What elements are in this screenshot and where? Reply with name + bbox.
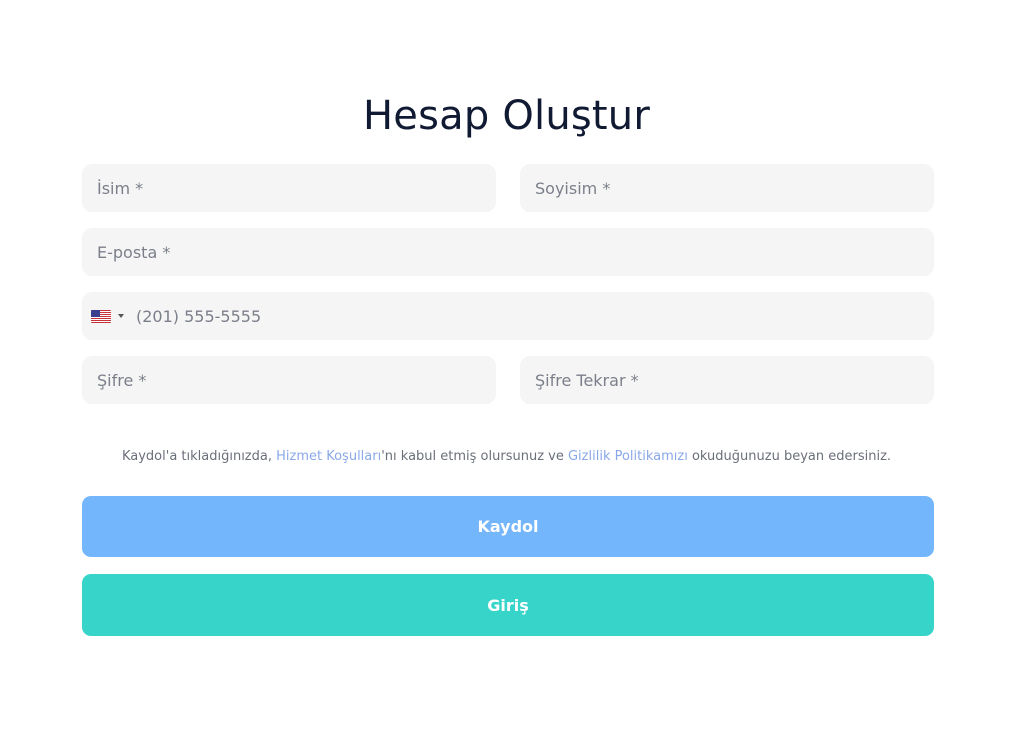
terms-middle: 'nı kabul etmiş olursunuz ve	[381, 449, 568, 464]
phone-field-container	[82, 292, 934, 340]
login-button[interactable]: Giriş	[82, 574, 934, 636]
terms-notice: Kaydol'a tıkladığınızda, Hizmet Koşullar…	[0, 448, 1013, 466]
page-title: Hesap Oluştur	[362, 93, 650, 139]
email-input[interactable]	[82, 228, 934, 276]
terms-suffix: okuduğunuzu beyan edersiniz.	[687, 449, 892, 464]
password-input[interactable]	[82, 356, 496, 404]
terms-prefix: Kaydol'a tıkladığınızda,	[121, 449, 277, 464]
register-button[interactable]: Kaydol	[82, 496, 934, 557]
country-selector[interactable]	[82, 292, 124, 340]
phone-input[interactable]	[124, 292, 934, 340]
email-field-container	[82, 228, 934, 276]
terms-of-service-link[interactable]: Hizmet Koşulları	[276, 449, 381, 464]
password-field-container	[82, 356, 496, 404]
password-repeat-field-container	[520, 356, 934, 404]
privacy-policy-link[interactable]: Gizlilik Politikamızı	[568, 449, 688, 464]
last-name-field-container	[520, 164, 934, 212]
password-repeat-input[interactable]	[520, 356, 934, 404]
last-name-input[interactable]	[520, 164, 934, 212]
us-flag-icon	[91, 309, 111, 323]
first-name-field-container	[82, 164, 496, 212]
signup-page: Hesap Oluştur Kaydol'a tıkladığınızda, H…	[0, 0, 1013, 730]
first-name-input[interactable]	[82, 164, 496, 212]
